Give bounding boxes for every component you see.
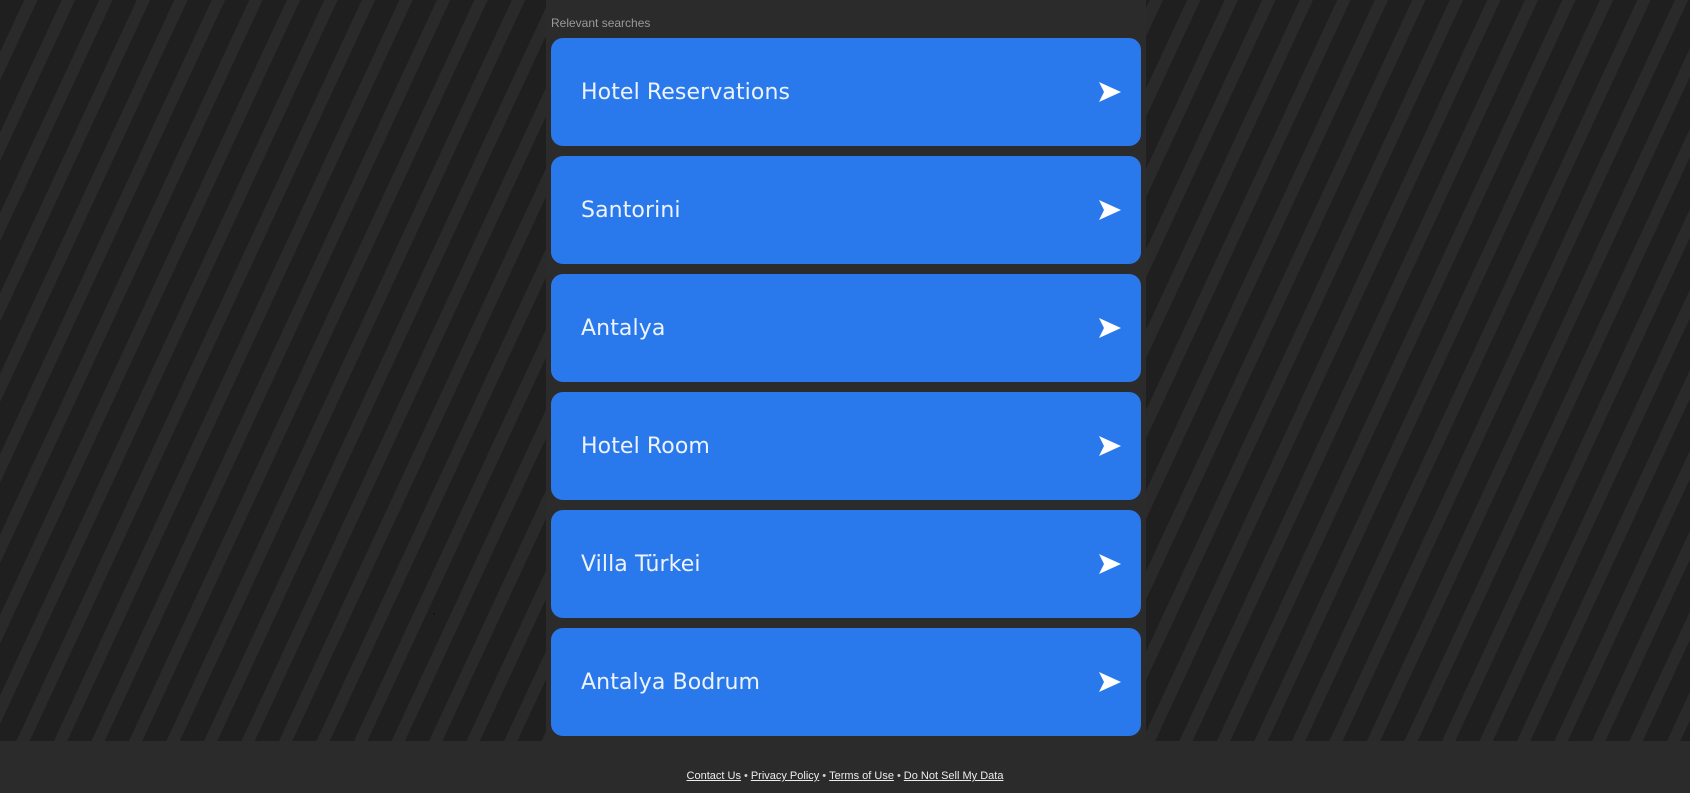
- do-not-sell-my-data-link[interactable]: Do Not Sell My Data: [904, 770, 1004, 782]
- search-item-antalya[interactable]: Antalya: [551, 274, 1141, 382]
- search-item-santorini[interactable]: Santorini: [551, 156, 1141, 264]
- search-item-label: Villa Türkei: [581, 551, 701, 577]
- arrow-right-icon: [1099, 672, 1121, 692]
- search-item-hotel-room[interactable]: Hotel Room: [551, 392, 1141, 500]
- arrow-right-icon: [1099, 82, 1121, 102]
- search-item-label: Hotel Room: [581, 433, 710, 459]
- search-item-antalya-bodrum[interactable]: Antalya Bodrum: [551, 628, 1141, 736]
- relevant-searches-list: Hotel Reservations Santorini Antalya Hot…: [551, 38, 1141, 746]
- arrow-right-icon: [1099, 436, 1121, 456]
- search-item-label: Antalya Bodrum: [581, 669, 761, 695]
- footer-separator: •: [896, 770, 901, 782]
- decorative-dot: [433, 613, 435, 615]
- arrow-right-icon: [1099, 554, 1121, 574]
- search-item-villa-turkei[interactable]: Villa Türkei: [551, 510, 1141, 618]
- relevant-searches-heading: Relevant searches: [551, 16, 651, 30]
- footer-separator: •: [822, 770, 827, 782]
- arrow-right-icon: [1099, 318, 1121, 338]
- terms-of-use-link[interactable]: Terms of Use: [829, 770, 894, 782]
- search-item-label: Santorini: [581, 197, 681, 223]
- footer-separator: •: [743, 770, 748, 782]
- search-item-label: Antalya: [581, 315, 666, 341]
- search-item-hotel-reservations[interactable]: Hotel Reservations: [551, 38, 1141, 146]
- arrow-right-icon: [1099, 200, 1121, 220]
- page-footer: Contact Us • Privacy Policy • Terms of Use • D…: [0, 741, 1690, 793]
- contact-us-link[interactable]: Contact Us: [687, 770, 741, 782]
- footer-links: Contact Us • Privacy Policy • Terms of Use • D…: [0, 771, 1690, 782]
- privacy-policy-link[interactable]: Privacy Policy: [751, 770, 819, 782]
- search-item-label: Hotel Reservations: [581, 79, 791, 105]
- relevant-searches-panel: Relevant searches Hotel Reservations San…: [546, 0, 1146, 741]
